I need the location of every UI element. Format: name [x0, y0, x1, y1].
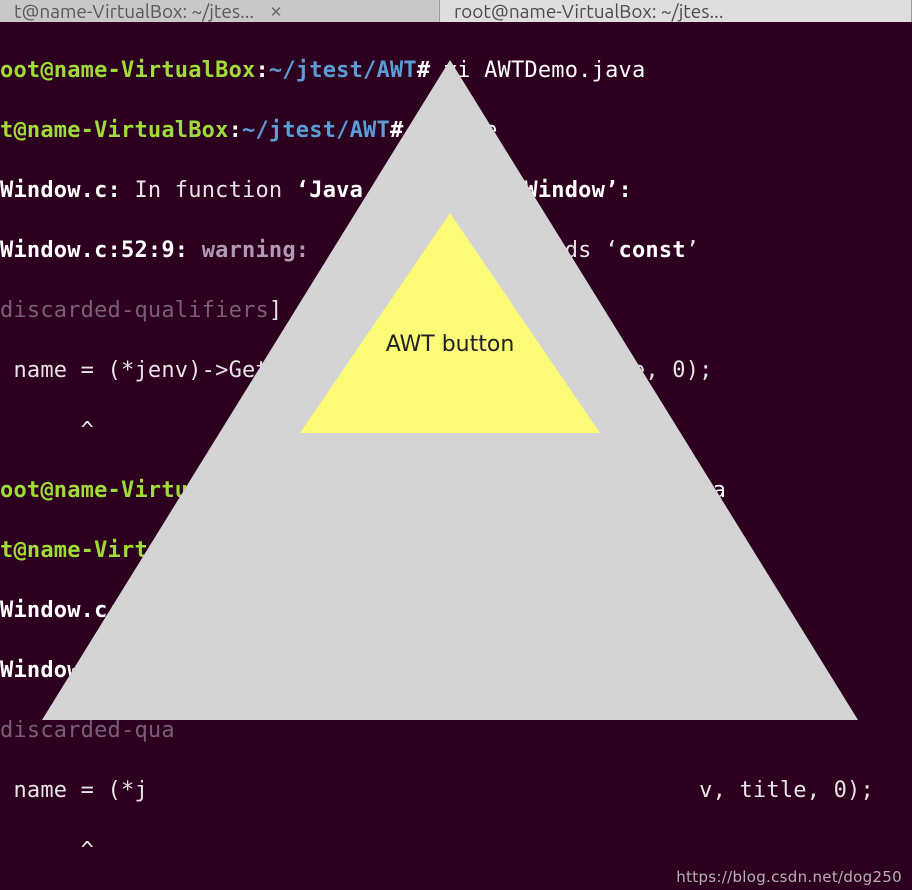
terminal-tab-1[interactable]: root@name-VirtualBox: ~/jtes... [440, 0, 912, 22]
close-icon[interactable]: ✕ [268, 3, 284, 19]
tab-title: t@name-VirtualBox: ~/jtes... [14, 0, 254, 22]
terminal-tab-0[interactable]: t@name-VirtualBox: ~/jtes... ✕ [0, 0, 440, 22]
tab-bar: t@name-VirtualBox: ~/jtes... ✕ root@name… [0, 0, 912, 22]
awt-button[interactable]: AWT button [300, 213, 600, 433]
terminal-line: ^ [0, 836, 912, 866]
terminal-line: discarded-qua [0, 716, 912, 746]
watermark: https://blog.csdn.net/dog250 [676, 868, 902, 886]
tab-title: root@name-VirtualBox: ~/jtes... [454, 0, 724, 22]
terminal-line: name = (*j v, title, 0); [0, 776, 912, 806]
awt-button-label: AWT button [386, 290, 515, 357]
